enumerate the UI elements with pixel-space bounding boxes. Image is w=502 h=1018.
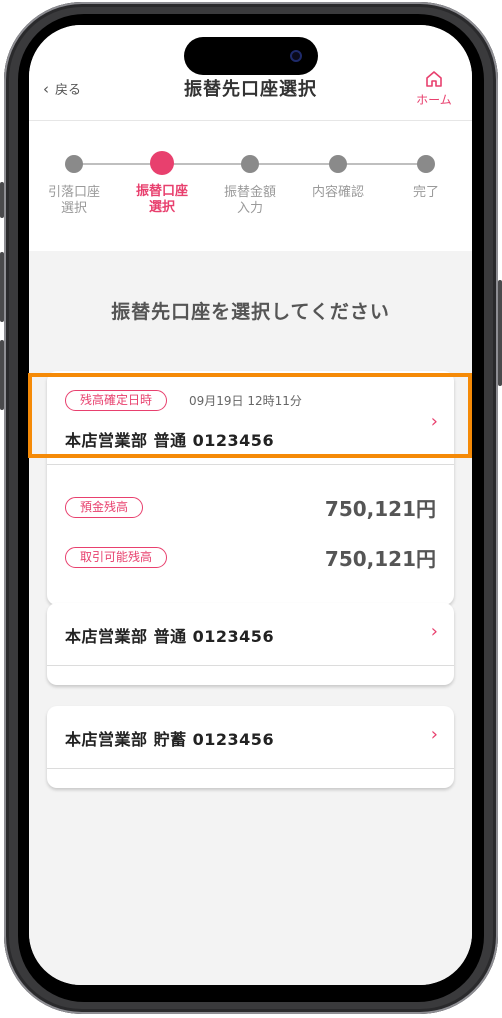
- deposit-balance-badge: 預金残高: [65, 497, 144, 518]
- card-divider: [47, 665, 454, 666]
- account-name: 本店営業部 貯蓄 0123456: [65, 730, 275, 749]
- progress-stepper: 引落口座 選択 振替口座 選択 振替金額 入力 内容確認 完了: [29, 121, 472, 251]
- home-icon: [426, 71, 442, 87]
- step-label: 完了: [412, 185, 439, 200]
- step-3: 振替金額 入力: [210, 151, 290, 217]
- chevron-right-icon: ›: [430, 724, 438, 745]
- step-label: 内容確認: [311, 185, 364, 200]
- step-5: 完了: [386, 151, 466, 201]
- home-button[interactable]: ホーム: [412, 69, 456, 108]
- step-dot-active: [150, 151, 174, 175]
- step-2: 振替口座 選択: [122, 151, 202, 216]
- step-dot: [417, 155, 435, 173]
- dynamic-island: [184, 37, 318, 75]
- step-dot: [241, 155, 259, 173]
- home-label: ホーム: [416, 93, 452, 107]
- step-label: 振替金額 入力: [223, 185, 276, 216]
- camera-icon: [290, 50, 302, 62]
- card-divider: [47, 768, 454, 769]
- power-button: [498, 280, 502, 386]
- step-dot: [329, 155, 347, 173]
- step-label: 振替口座 選択: [135, 184, 188, 215]
- action-button: [0, 182, 4, 218]
- available-balance-amount: 750,121円: [324, 547, 436, 571]
- selection-highlight: [28, 373, 472, 458]
- deposit-balance-row: 預金残高 750,121円: [65, 493, 436, 523]
- page-title: 振替先口座選択: [184, 79, 317, 100]
- main-content: 振替先口座を選択してください 残高確定日時 09月19日 12時11分 本店営業…: [29, 251, 472, 985]
- step-dot: [65, 155, 83, 173]
- section-title: 振替先口座を選択してください: [111, 301, 390, 323]
- volume-up-button: [0, 252, 4, 322]
- account-card-2[interactable]: 本店営業部 普通 0123456 ›: [47, 603, 454, 685]
- available-balance-badge: 取引可能残高: [65, 547, 168, 568]
- volume-down-button: [0, 340, 4, 410]
- account-name: 本店営業部 普通 0123456: [65, 627, 275, 646]
- account-card-3[interactable]: 本店営業部 貯蓄 0123456 ›: [47, 706, 454, 788]
- step-label: 引落口座 選択: [47, 185, 100, 216]
- step-1: 引落口座 選択: [34, 151, 114, 217]
- screen: ‹ 戻る 振替先口座選択 ホーム 引落口座 選択 振替口座 選択 振替金額 入力 内容…: [29, 25, 472, 985]
- deposit-balance-amount: 750,121円: [324, 497, 436, 521]
- chevron-right-icon: ›: [430, 621, 438, 642]
- available-balance-row: 取引可能残高 750,121円: [65, 543, 436, 573]
- step-4: 内容確認: [298, 151, 378, 201]
